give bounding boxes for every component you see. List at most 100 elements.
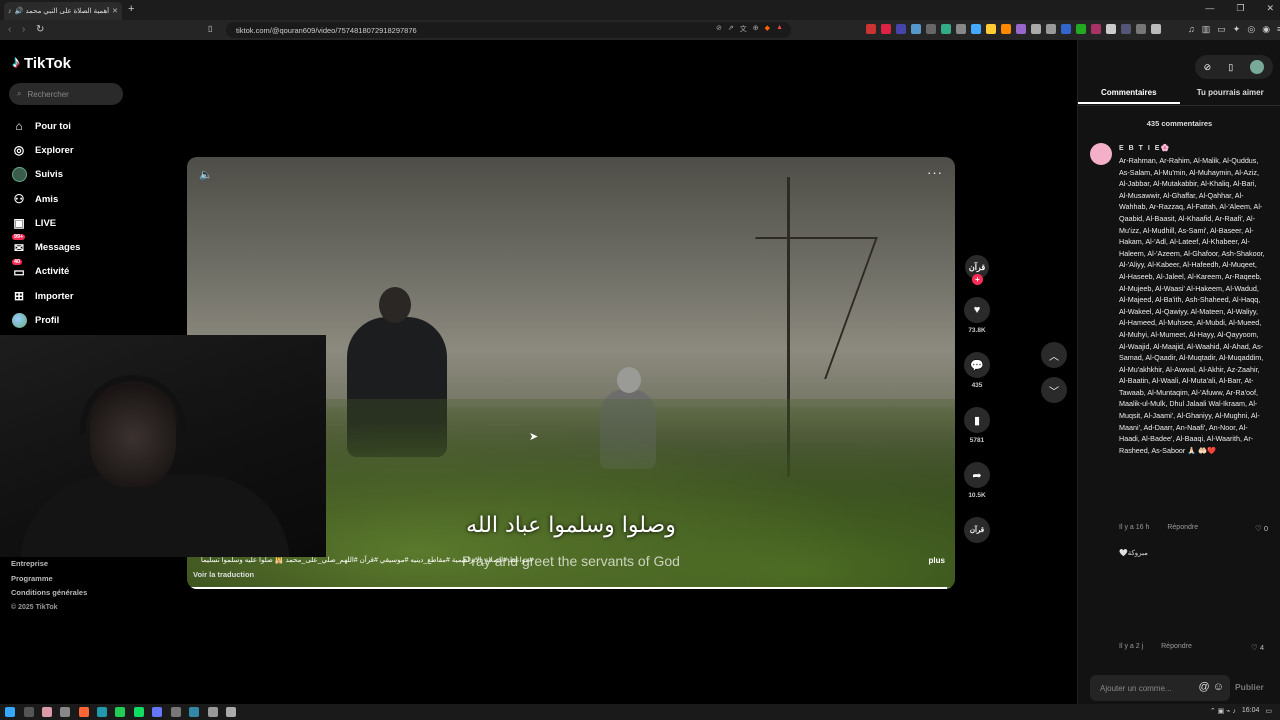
- taskbar-app-icon[interactable]: [42, 707, 52, 717]
- taskbar-app-icon[interactable]: [115, 707, 125, 717]
- url-text[interactable]: tiktok.com/@qouran609/video/757481807291…: [236, 26, 417, 35]
- extension-icon[interactable]: [1121, 24, 1131, 34]
- extension-icon[interactable]: [1136, 24, 1146, 34]
- reply-button[interactable]: Répondre: [1161, 643, 1192, 650]
- extension-icon[interactable]: [986, 24, 996, 34]
- comment-button[interactable]: 💬: [964, 352, 990, 378]
- publish-button[interactable]: Publier: [1235, 682, 1264, 692]
- zoom-icon[interactable]: ⊕: [753, 24, 759, 34]
- extension-icon[interactable]: [1016, 24, 1026, 34]
- tray-icons[interactable]: ⌃ ▣ ⌁ ♪: [1210, 707, 1236, 715]
- extension-icon[interactable]: [926, 24, 936, 34]
- compass-small-icon[interactable]: ⊘: [1204, 62, 1212, 73]
- forward-icon[interactable]: ›: [22, 24, 25, 35]
- extension-icon[interactable]: [911, 24, 921, 34]
- tab-suggestions[interactable]: Tu pourrais aimer: [1180, 88, 1280, 104]
- phone-icon[interactable]: ▯: [1228, 62, 1233, 73]
- sidebar-item-profil[interactable]: Profil: [12, 308, 80, 332]
- new-tab-button[interactable]: +: [128, 3, 134, 15]
- footer-link-entreprise[interactable]: Entreprise: [11, 557, 87, 572]
- tiktok-logo[interactable]: ♪ TikTok: [12, 54, 71, 72]
- tab-comments[interactable]: Commentaires: [1078, 88, 1180, 104]
- next-video-button[interactable]: ﹀: [1041, 377, 1067, 403]
- author-avatar[interactable]: قرآن +: [965, 255, 989, 285]
- taskbar-app-icon[interactable]: [60, 707, 70, 717]
- translate-icon[interactable]: 文: [740, 24, 747, 34]
- extension-icon[interactable]: [1046, 24, 1056, 34]
- like-button[interactable]: ♥: [964, 297, 990, 323]
- sidebar-item-live[interactable]: ▣ LIVE: [12, 211, 80, 235]
- commenter-avatar[interactable]: [1090, 143, 1112, 165]
- audio-playing-icon[interactable]: 🔊: [15, 7, 24, 15]
- extension-icon[interactable]: [866, 24, 876, 34]
- sidebar-item-messages[interactable]: ✉ 99+ Messages: [12, 234, 80, 259]
- video-progress-bar[interactable]: [187, 587, 955, 589]
- maximize-icon[interactable]: ❐: [1236, 3, 1244, 14]
- extension-icon[interactable]: [941, 24, 951, 34]
- volume-icon[interactable]: 🔈: [199, 168, 213, 181]
- share-icon[interactable]: ⇗: [728, 24, 734, 34]
- search-input[interactable]: ⌕ Rechercher: [9, 83, 123, 105]
- bookmark-icon[interactable]: ▯: [208, 24, 212, 33]
- sidebar-item-suivis[interactable]: Suivis: [12, 163, 80, 187]
- taskbar-app-icon[interactable]: [171, 707, 181, 717]
- see-translation-link[interactable]: Voir la traduction: [193, 570, 254, 579]
- sidebar-item-amis[interactable]: ⚇ Amis: [12, 187, 80, 211]
- back-icon[interactable]: ‹: [8, 24, 11, 35]
- no-eye-icon[interactable]: ⊘: [716, 24, 722, 34]
- extension-icon[interactable]: [881, 24, 891, 34]
- brave-shield-icon[interactable]: ◆: [765, 24, 770, 34]
- extension-icon[interactable]: [1061, 24, 1071, 34]
- sidebar-item-pour-toi[interactable]: ⌂ Pour toi: [12, 114, 80, 138]
- search-taskbar-icon[interactable]: [24, 707, 34, 717]
- extension-icon[interactable]: [1076, 24, 1086, 34]
- vpn-icon[interactable]: ◎: [1247, 24, 1255, 35]
- close-window-icon[interactable]: ✕: [1266, 3, 1274, 14]
- comment-like-button[interactable]: ♡ 0: [1255, 524, 1268, 533]
- extension-icon[interactable]: [956, 24, 966, 34]
- taskbar-app-icon[interactable]: [226, 707, 236, 717]
- footer-link-conditions[interactable]: Conditions générales: [11, 586, 87, 601]
- sidebar-icon[interactable]: ▥: [1202, 24, 1211, 35]
- clock[interactable]: 16:04: [1242, 707, 1260, 715]
- comment-like-button[interactable]: ♡ 4: [1251, 643, 1264, 652]
- extension-icon[interactable]: [971, 24, 981, 34]
- reload-icon[interactable]: ↻: [36, 24, 44, 35]
- taskbar-app-icon[interactable]: [97, 707, 107, 717]
- profile-icon[interactable]: ◉: [1262, 24, 1270, 35]
- share-button[interactable]: ➦: [964, 462, 990, 488]
- wallet-icon[interactable]: ▭: [1217, 24, 1226, 35]
- music-icon[interactable]: ♫: [1188, 24, 1195, 35]
- address-bar[interactable]: tiktok.com/@qouran609/video/757481807291…: [226, 22, 791, 38]
- extension-icon[interactable]: [1106, 24, 1116, 34]
- notification-icon[interactable]: ▭: [1265, 707, 1272, 715]
- taskbar-app-icon[interactable]: [208, 707, 218, 717]
- sound-button[interactable]: قرآن: [964, 517, 990, 543]
- footer-link-programme[interactable]: Programme: [11, 572, 87, 587]
- sidebar-item-importer[interactable]: ⊞ Importer: [12, 284, 80, 308]
- more-options-icon[interactable]: ···: [927, 165, 943, 180]
- mention-emoji-icons[interactable]: @ ☺: [1199, 681, 1224, 693]
- follow-plus-icon[interactable]: +: [972, 274, 983, 285]
- taskbar-app-icon[interactable]: [79, 707, 89, 717]
- extension-icon[interactable]: [1031, 24, 1041, 34]
- sidebar-item-activite[interactable]: ▭ 40 Activité: [12, 258, 80, 284]
- minimize-icon[interactable]: —: [1205, 3, 1214, 14]
- sidebar-item-explorer[interactable]: ◎ Explorer: [12, 138, 80, 162]
- add-comment-input[interactable]: Ajouter un comme... @ ☺: [1090, 675, 1230, 701]
- taskbar-app-icon[interactable]: [134, 707, 144, 717]
- extension-icon[interactable]: [1001, 24, 1011, 34]
- browser-tab[interactable]: ♪ 🔊 أهمية الصلاة على النبي محمد ✕: [4, 2, 122, 20]
- previous-video-button[interactable]: ︿: [1041, 342, 1067, 368]
- taskbar-app-icon[interactable]: [189, 707, 199, 717]
- leo-icon[interactable]: ✦: [1233, 24, 1241, 35]
- caption-more-link[interactable]: plus: [929, 556, 945, 565]
- reply-button[interactable]: Répondre: [1167, 524, 1198, 531]
- extension-icon[interactable]: [1091, 24, 1101, 34]
- rewards-icon[interactable]: ▲: [776, 24, 783, 34]
- tab-close-icon[interactable]: ✕: [112, 7, 118, 15]
- taskbar-app-icon[interactable]: [152, 707, 162, 717]
- user-avatar-icon[interactable]: [1250, 60, 1265, 74]
- commenter-name[interactable]: E B T I E🌸: [1119, 144, 1171, 152]
- save-button[interactable]: ▮: [964, 407, 990, 433]
